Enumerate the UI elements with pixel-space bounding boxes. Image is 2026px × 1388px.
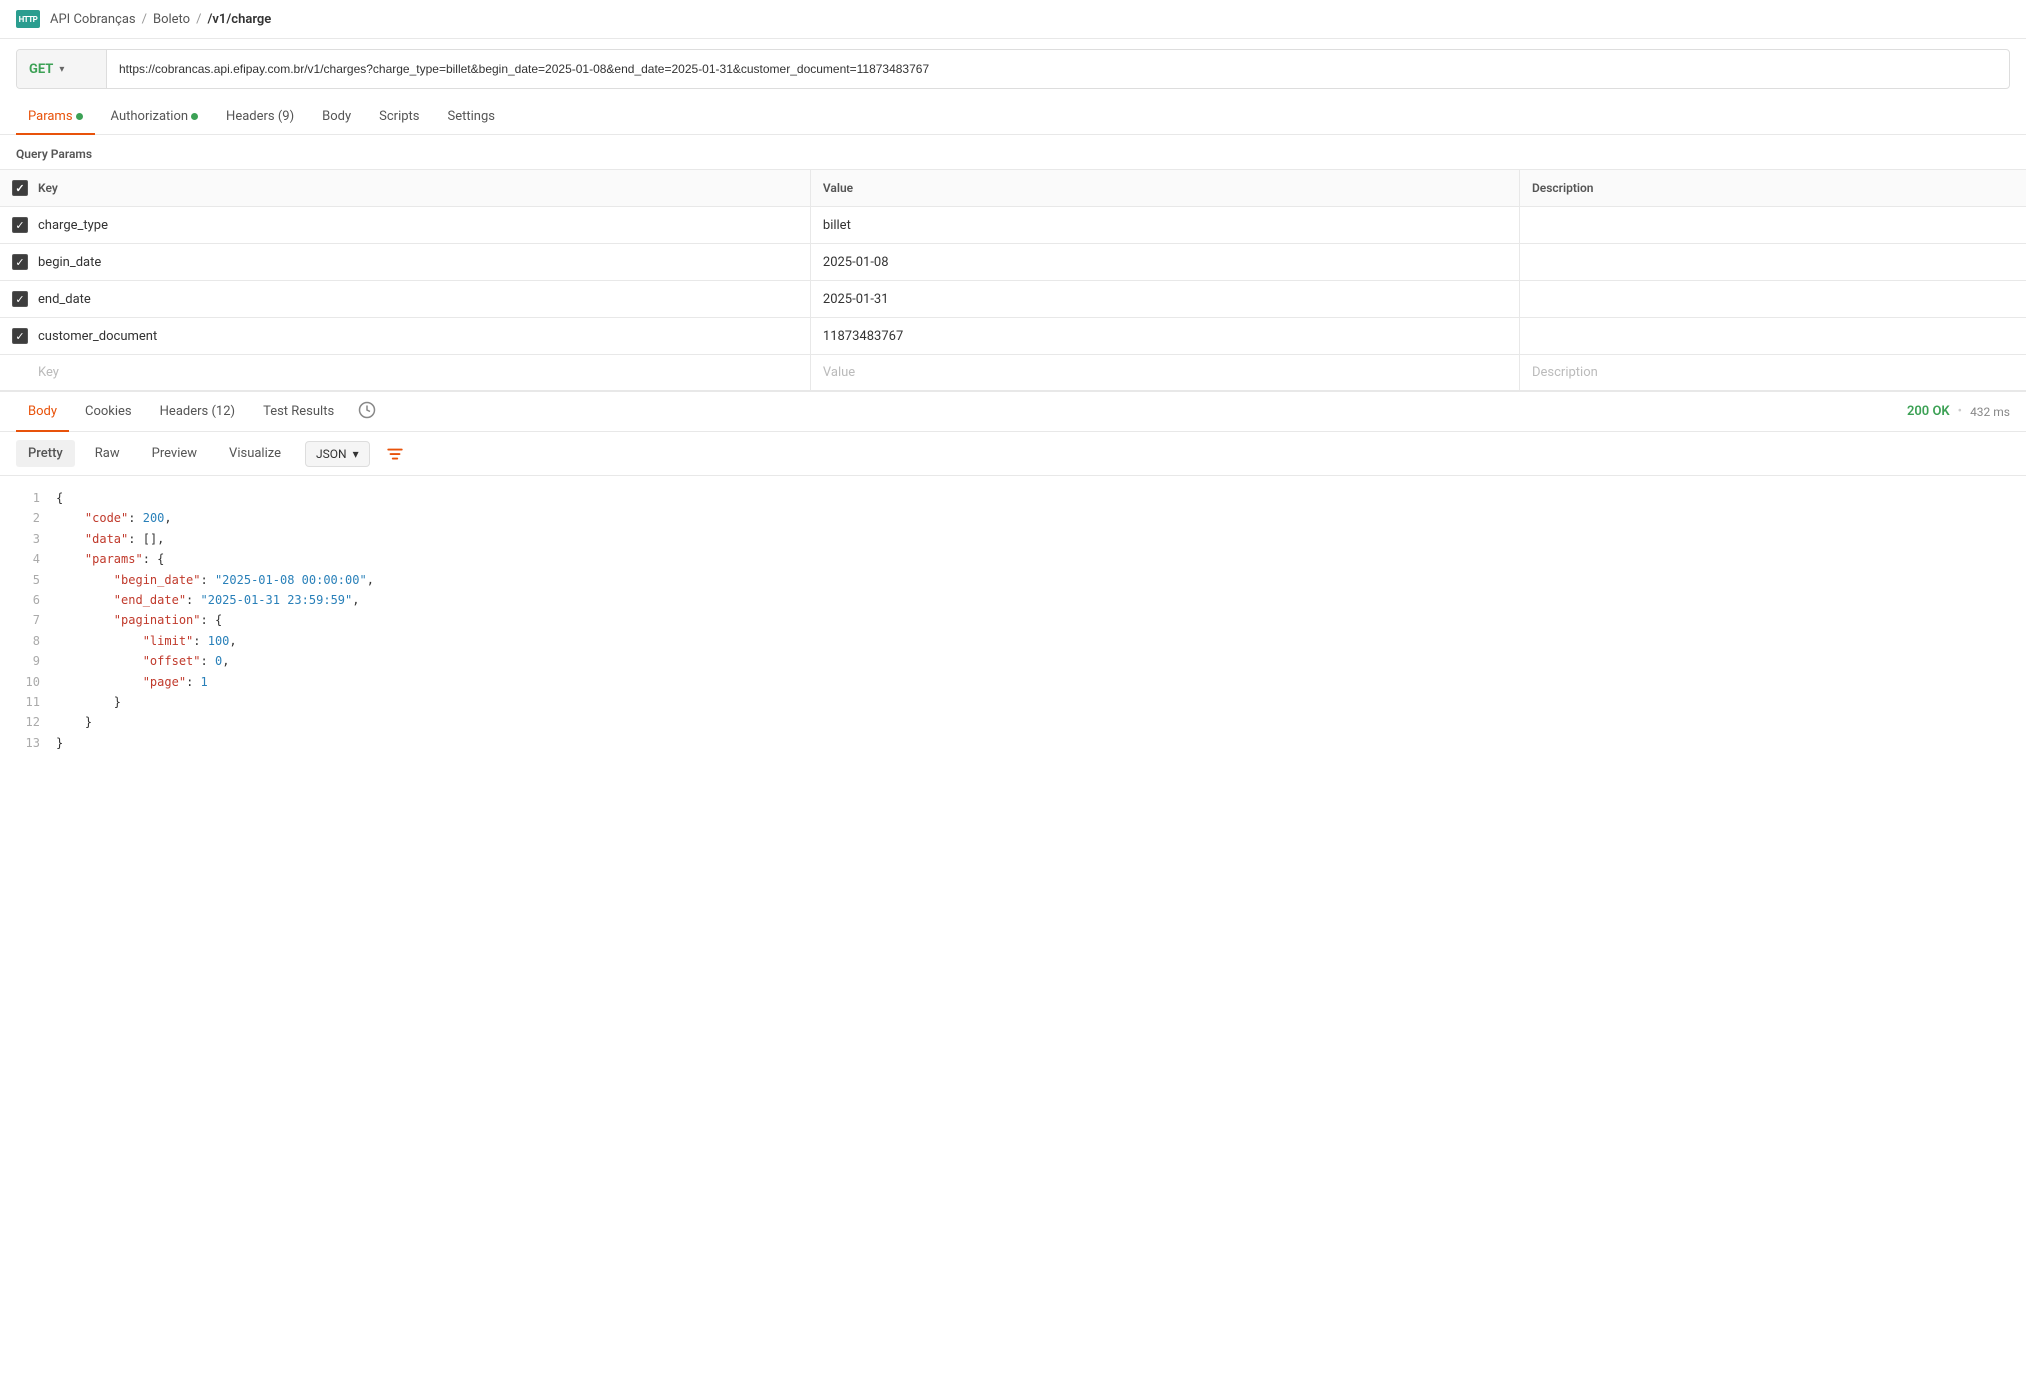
auth-dot [191,113,198,120]
json-output: 1{2 "code": 200,3 "data": [],4 "params":… [0,476,2026,765]
tab-params[interactable]: Params [16,99,95,134]
tab-headers[interactable]: Headers (9) [214,99,306,134]
response-status: 200 OK • 432 ms [1907,404,2010,419]
url-bar: GET ▾ [16,49,2010,89]
status-ok-label: 200 OK [1907,404,1950,419]
url-input[interactable] [107,62,2009,76]
row2-key[interactable]: ✓ begin_date [0,244,810,281]
table-row: ✓ charge_type billet [0,207,2026,244]
json-line: 9 "offset": 0, [16,651,2010,671]
history-icon[interactable] [350,393,384,431]
format-select[interactable]: JSON ▾ [305,441,370,467]
json-line: 2 "code": 200, [16,508,2010,528]
json-line: 11 } [16,692,2010,712]
method-select[interactable]: GET ▾ [17,50,107,88]
row3-key[interactable]: ✓ end_date [0,281,810,318]
empty-value[interactable]: Value [810,355,1519,391]
tab-authorization[interactable]: Authorization [99,99,211,134]
json-line: 4 "params": { [16,549,2010,569]
breadcrumb-current: /v1/charge [207,12,271,27]
empty-key[interactable]: Key [0,355,810,391]
tab-settings[interactable]: Settings [436,99,507,134]
breadcrumb-sep-2: / [196,12,201,27]
breadcrumb-boleto[interactable]: Boleto [153,12,190,27]
json-line: 8 "limit": 100, [16,631,2010,651]
params-dot [76,113,83,120]
fmt-tab-pretty[interactable]: Pretty [16,440,75,467]
fmt-tab-visualize[interactable]: Visualize [217,440,293,467]
tab-scripts[interactable]: Scripts [367,99,431,134]
table-row-empty: Key Value Description [0,355,2026,391]
empty-desc: Description [1519,355,2026,391]
chevron-down-icon: ▾ [59,64,64,75]
row4-desc [1519,318,2026,355]
fmt-tab-raw[interactable]: Raw [83,440,132,467]
tab-body[interactable]: Body [310,99,363,134]
response-tabs: Body Cookies Headers (12) Test Results 2… [0,392,2026,432]
breadcrumb-api[interactable]: API Cobranças [50,12,136,27]
json-line: 1{ [16,488,2010,508]
status-time: 432 ms [1970,405,2010,419]
row4-value[interactable]: 11873483767 [810,318,1519,355]
row1-key[interactable]: ✓ charge_type [0,207,810,244]
col-header-value: Value [810,170,1519,207]
table-row: ✓ end_date 2025-01-31 [0,281,2026,318]
resp-tab-cookies[interactable]: Cookies [73,392,144,431]
request-tabs: Params Authorization Headers (9) Body Sc… [0,99,2026,135]
response-toolbar: Pretty Raw Preview Visualize JSON ▾ [0,432,2026,476]
fmt-tab-preview[interactable]: Preview [140,440,209,467]
json-line: 6 "end_date": "2025-01-31 23:59:59", [16,590,2010,610]
json-line: 12 } [16,712,2010,732]
json-line: 5 "begin_date": "2025-01-08 00:00:00", [16,570,2010,590]
col-header-key: ✓ Key [0,170,810,207]
json-line: 13} [16,733,2010,753]
status-separator: • [1958,404,1962,419]
row2-checkbox[interactable]: ✓ [12,254,28,270]
row1-value[interactable]: billet [810,207,1519,244]
resp-tab-body[interactable]: Body [16,392,69,431]
chevron-down-icon: ▾ [353,447,359,461]
row2-value[interactable]: 2025-01-08 [810,244,1519,281]
table-row: ✓ begin_date 2025-01-08 [0,244,2026,281]
header-checkbox[interactable]: ✓ [12,180,28,196]
row1-desc [1519,207,2026,244]
row3-checkbox[interactable]: ✓ [12,291,28,307]
json-line: 7 "pagination": { [16,610,2010,630]
row4-key[interactable]: ✓ customer_document [0,318,810,355]
breadcrumb: HTTP API Cobranças / Boleto / /v1/charge [0,0,2026,39]
table-row: ✓ customer_document 11873483767 [0,318,2026,355]
http-icon: HTTP [16,10,40,28]
row4-checkbox[interactable]: ✓ [12,328,28,344]
json-line: 10 "page": 1 [16,672,2010,692]
json-line: 3 "data": [], [16,529,2010,549]
params-table: ✓ Key Value Description ✓ charge_type bi… [0,169,2026,391]
row3-desc [1519,281,2026,318]
col-header-desc: Description [1519,170,2026,207]
method-label: GET [29,62,53,77]
resp-tab-test-results[interactable]: Test Results [251,392,346,431]
filter-icon[interactable] [378,441,412,467]
row3-value[interactable]: 2025-01-31 [810,281,1519,318]
breadcrumb-sep-1: / [142,12,147,27]
row1-checkbox[interactable]: ✓ [12,217,28,233]
row2-desc [1519,244,2026,281]
resp-tab-headers[interactable]: Headers (12) [148,392,247,431]
query-params-label: Query Params [0,135,2026,169]
